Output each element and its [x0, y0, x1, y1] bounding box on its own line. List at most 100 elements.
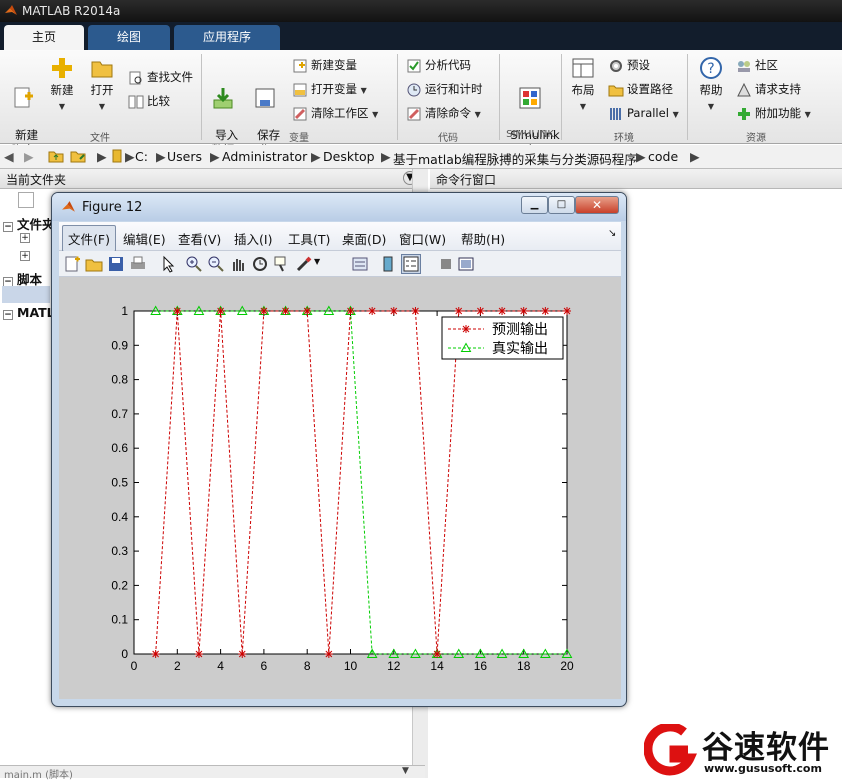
new-variable-label: 新建变量 [311, 58, 357, 72]
y-tick-label: 0.4 [111, 510, 128, 524]
new-button[interactable]: 新建 ▼ [46, 56, 78, 114]
community-button[interactable]: 社区 [736, 56, 778, 76]
layout-button[interactable]: 布局 ▼ [566, 56, 600, 114]
open-button[interactable]: 打开 ▼ [86, 56, 118, 114]
parallel-label: Parallel [627, 106, 669, 120]
menu-edit[interactable]: 编辑(E) [123, 229, 166, 248]
show-tools-icon[interactable] [457, 255, 475, 273]
rotate-3d-icon[interactable] [251, 255, 269, 273]
file-icon [18, 192, 34, 208]
print-icon[interactable] [129, 255, 147, 273]
menu-help[interactable]: 帮助(H) [461, 229, 505, 248]
dock-arrow-icon[interactable]: ↘ [608, 228, 616, 239]
menu-insert[interactable]: 插入(I) [234, 229, 272, 248]
pointer-icon[interactable] [159, 255, 177, 273]
expand-icon[interactable]: + [20, 251, 30, 261]
community-label: 社区 [755, 58, 778, 72]
tree-scripts-label: 脚本 [17, 272, 43, 287]
up-folder-icon[interactable] [48, 149, 64, 166]
legend-icon[interactable] [401, 254, 421, 274]
x-tick-label: 6 [261, 659, 268, 673]
hide-tools-icon[interactable] [437, 255, 455, 273]
figure-window[interactable]: Figure 12 ▁ □ ✕ 文件(F) 编辑(E) 查看(V) 插入(I) … [51, 192, 627, 707]
add-ons-label: 附加功能 [755, 106, 801, 120]
data-cursor-icon[interactable] [273, 255, 291, 273]
open-variable-button[interactable]: 打开变量 ▼ [292, 80, 367, 100]
save-icon[interactable] [107, 255, 125, 273]
menu-view[interactable]: 查看(V) [178, 229, 221, 248]
clear-commands-button[interactable]: 清除命令 ▼ [406, 104, 481, 124]
new-figure-icon[interactable] [63, 255, 81, 273]
run-and-time-button[interactable]: 运行和计时 [406, 80, 483, 100]
help-button[interactable]: ? 帮助 ▼ [694, 56, 728, 114]
y-tick-label: 0.9 [111, 338, 128, 352]
menu-tools[interactable]: 工具(T) [288, 229, 330, 248]
breadcrumb-project-folder[interactable]: 基于matlab编程脉搏的采集与分类源码程序 [393, 149, 637, 168]
x-tick-label: 18 [517, 659, 531, 673]
compare-button[interactable]: 比较 [128, 92, 170, 112]
minimize-button[interactable]: ▁ [521, 196, 548, 214]
tab-apps[interactable]: 应用程序 [174, 25, 280, 50]
star-marker [303, 307, 312, 315]
support-icon [737, 82, 751, 96]
analyze-code-button[interactable]: 分析代码 [406, 56, 471, 76]
set-path-icon [608, 85, 624, 96]
figure-titlebar: Figure 12 ▁ □ ✕ [52, 193, 626, 221]
dropdown-arrow-icon[interactable]: ▼ [314, 257, 320, 266]
x-tick-label: 2 [174, 659, 181, 673]
menu-desktop[interactable]: 桌面(D) [342, 229, 386, 248]
details-bar: main.m (脚本) ▼ [0, 765, 425, 781]
breadcrumb-separator: ▶ [125, 149, 135, 164]
tree-files-label: 文件夹 [17, 217, 55, 232]
maximize-button[interactable]: □ [548, 196, 575, 214]
link-plot-icon[interactable] [351, 255, 369, 273]
back-arrow-icon[interactable]: ◀ [4, 149, 14, 164]
simulink-library-button[interactable]: Simulink 库 [503, 56, 560, 158]
dropdown-arrow-icon: ▼ [360, 86, 367, 95]
preferences-button[interactable]: 预设 [608, 56, 650, 76]
dropdown-arrow-icon: ▼ [579, 102, 587, 111]
tree-files[interactable]: − 文件夹 [3, 214, 55, 233]
clear-commands-label: 清除命令 [425, 106, 471, 120]
expand-icon[interactable]: + [20, 233, 30, 243]
brush-icon[interactable] [295, 255, 313, 273]
breadcrumb-desktop[interactable]: Desktop [323, 149, 375, 164]
breadcrumb-users[interactable]: Users [167, 149, 202, 164]
add-ons-button[interactable]: 附加功能 ▼ [736, 104, 811, 124]
new-variable-button[interactable]: 新建变量 [292, 56, 357, 76]
breadcrumb-administrator[interactable]: Administrator [222, 149, 307, 164]
menu-window[interactable]: 窗口(W) [399, 229, 446, 248]
watermark: 谷速软件 www.gususoft.com [620, 718, 842, 778]
app-title: MATLAB R2014a [22, 4, 121, 18]
breadcrumb-drive[interactable]: C: [135, 149, 148, 164]
breadcrumb-code[interactable]: code [648, 149, 678, 164]
app-titlebar: MATLAB R2014a [0, 0, 842, 22]
watermark-brand: 谷速软件 [702, 730, 830, 766]
set-path-button[interactable]: 设置路径 [608, 80, 673, 100]
colorbar-icon[interactable] [379, 255, 397, 273]
folder-icon [91, 61, 113, 78]
selected-file-row[interactable] [2, 286, 50, 303]
zoom-out-icon[interactable] [207, 255, 225, 273]
plot-area [133, 310, 568, 655]
menu-file[interactable]: 文件(F) [62, 225, 116, 252]
parallel-button[interactable]: Parallel ▼ [608, 104, 679, 124]
divider [561, 54, 562, 140]
y-tick-label: 0.2 [111, 578, 128, 592]
browse-folder-icon[interactable] [70, 149, 86, 166]
open-file-icon[interactable] [85, 255, 103, 273]
maximize-icon: □ [556, 199, 567, 210]
star-marker [238, 650, 247, 658]
clear-workspace-button[interactable]: 清除工作区 ▼ [292, 104, 378, 124]
command-window-header: 命令行窗口 [430, 169, 842, 189]
pan-hand-icon[interactable] [229, 255, 247, 273]
tab-plots[interactable]: 绘图 [88, 25, 170, 50]
figure-toolbar: ▼ [59, 251, 621, 277]
forward-arrow-icon[interactable]: ▶ [24, 149, 34, 164]
tab-home[interactable]: 主页 [4, 25, 84, 50]
close-button[interactable]: ✕ [575, 196, 619, 214]
request-support-button[interactable]: 请求支持 [736, 80, 801, 100]
find-files-button[interactable]: 查找文件 [128, 68, 193, 88]
zoom-in-icon[interactable] [185, 255, 203, 273]
chevron-down-icon[interactable]: ▼ [402, 766, 409, 776]
